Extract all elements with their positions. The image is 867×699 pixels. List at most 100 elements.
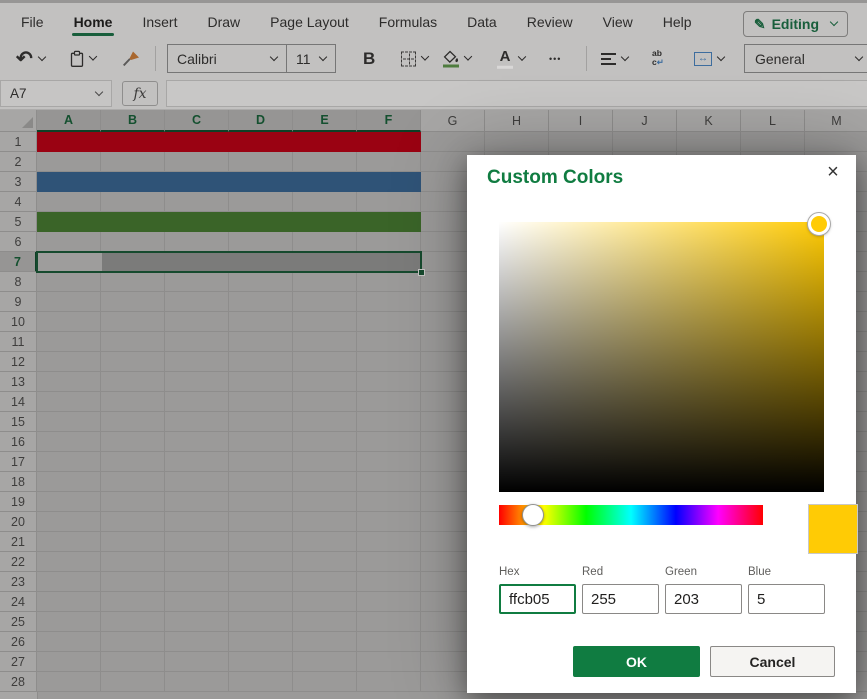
- filled-cells-row-3-blue[interactable]: [37, 172, 421, 192]
- filled-cells-row-1-red[interactable]: [37, 132, 421, 152]
- cell-F25[interactable]: [357, 612, 421, 632]
- cell-C18[interactable]: [165, 472, 229, 492]
- fill-handle[interactable]: [418, 269, 425, 276]
- cell-F10[interactable]: [357, 312, 421, 332]
- column-header-I[interactable]: I: [549, 110, 613, 132]
- cell-C24[interactable]: [165, 592, 229, 612]
- cell-A27[interactable]: [37, 652, 101, 672]
- cell-B13[interactable]: [101, 372, 165, 392]
- cell-B14[interactable]: [101, 392, 165, 412]
- cell-E28[interactable]: [293, 672, 357, 692]
- cell-D4[interactable]: [229, 192, 293, 212]
- cell-A22[interactable]: [37, 552, 101, 572]
- cell-C8[interactable]: [165, 272, 229, 292]
- menu-item-file[interactable]: File: [6, 3, 59, 40]
- cell-C16[interactable]: [165, 432, 229, 452]
- cell-E13[interactable]: [293, 372, 357, 392]
- cell-F27[interactable]: [357, 652, 421, 672]
- column-header-E[interactable]: E: [293, 110, 357, 132]
- cell-D9[interactable]: [229, 292, 293, 312]
- cell-D8[interactable]: [229, 272, 293, 292]
- cell-D22[interactable]: [229, 552, 293, 572]
- cell-A18[interactable]: [37, 472, 101, 492]
- cell-C11[interactable]: [165, 332, 229, 352]
- more-options-button[interactable]: •••: [549, 54, 561, 64]
- cell-B22[interactable]: [101, 552, 165, 572]
- cell-B24[interactable]: [101, 592, 165, 612]
- cell-A25[interactable]: [37, 612, 101, 632]
- cell-B18[interactable]: [101, 472, 165, 492]
- column-header-A[interactable]: A: [37, 110, 101, 132]
- row-header-12[interactable]: 12: [0, 352, 37, 372]
- cell-F18[interactable]: [357, 472, 421, 492]
- cell-E4[interactable]: [293, 192, 357, 212]
- menu-item-page-layout[interactable]: Page Layout: [255, 3, 364, 40]
- green-input[interactable]: [665, 584, 742, 614]
- row-header-1[interactable]: 1: [0, 132, 37, 152]
- cell-E26[interactable]: [293, 632, 357, 652]
- row-header-20[interactable]: 20: [0, 512, 37, 532]
- cell-F9[interactable]: [357, 292, 421, 312]
- name-box[interactable]: A7: [0, 80, 112, 107]
- cell-C15[interactable]: [165, 412, 229, 432]
- cell-D16[interactable]: [229, 432, 293, 452]
- cell-F12[interactable]: [357, 352, 421, 372]
- row-header-6[interactable]: 6: [0, 232, 37, 252]
- cell-E2[interactable]: [293, 152, 357, 172]
- row-header-9[interactable]: 9: [0, 292, 37, 312]
- cell-D26[interactable]: [229, 632, 293, 652]
- cell-E9[interactable]: [293, 292, 357, 312]
- menu-item-insert[interactable]: Insert: [127, 3, 192, 40]
- cell-F22[interactable]: [357, 552, 421, 572]
- cell-A14[interactable]: [37, 392, 101, 412]
- cell-C9[interactable]: [165, 292, 229, 312]
- cell-D21[interactable]: [229, 532, 293, 552]
- cell-A28[interactable]: [37, 672, 101, 692]
- cell-B2[interactable]: [101, 152, 165, 172]
- cell-B20[interactable]: [101, 512, 165, 532]
- cell-D19[interactable]: [229, 492, 293, 512]
- cell-C22[interactable]: [165, 552, 229, 572]
- cell-D23[interactable]: [229, 572, 293, 592]
- cell-B8[interactable]: [101, 272, 165, 292]
- filled-cells-row-5-green[interactable]: [37, 212, 421, 232]
- cell-B25[interactable]: [101, 612, 165, 632]
- cell-F2[interactable]: [357, 152, 421, 172]
- wrap-text-button[interactable]: ab c↵: [652, 49, 664, 69]
- cell-A17[interactable]: [37, 452, 101, 472]
- gradient-area[interactable]: [499, 222, 824, 492]
- cell-C28[interactable]: [165, 672, 229, 692]
- column-header-F[interactable]: F: [357, 110, 421, 132]
- cell-A19[interactable]: [37, 492, 101, 512]
- row-header-28[interactable]: 28: [0, 672, 37, 692]
- cell-D11[interactable]: [229, 332, 293, 352]
- borders-button[interactable]: [401, 51, 428, 66]
- cell-D2[interactable]: [229, 152, 293, 172]
- cancel-button[interactable]: Cancel: [710, 646, 835, 677]
- row-header-4[interactable]: 4: [0, 192, 37, 212]
- cell-C23[interactable]: [165, 572, 229, 592]
- cell-A23[interactable]: [37, 572, 101, 592]
- selection-outline[interactable]: [36, 251, 422, 273]
- cell-G1[interactable]: [421, 132, 485, 152]
- close-icon[interactable]: ×: [820, 159, 846, 185]
- row-header-21[interactable]: 21: [0, 532, 37, 552]
- cell-B17[interactable]: [101, 452, 165, 472]
- cell-F14[interactable]: [357, 392, 421, 412]
- row-header-18[interactable]: 18: [0, 472, 37, 492]
- row-header-3[interactable]: 3: [0, 172, 37, 192]
- formula-input[interactable]: [166, 80, 867, 107]
- cell-F13[interactable]: [357, 372, 421, 392]
- row-header-17[interactable]: 17: [0, 452, 37, 472]
- cell-A4[interactable]: [37, 192, 101, 212]
- cell-E23[interactable]: [293, 572, 357, 592]
- cell-A6[interactable]: [37, 232, 101, 252]
- cell-F21[interactable]: [357, 532, 421, 552]
- cell-C4[interactable]: [165, 192, 229, 212]
- menu-item-view[interactable]: View: [588, 3, 648, 40]
- editing-mode-button[interactable]: ✎ Editing: [743, 11, 848, 37]
- cell-E8[interactable]: [293, 272, 357, 292]
- selected-range-fill[interactable]: [102, 253, 420, 271]
- cell-E10[interactable]: [293, 312, 357, 332]
- cell-F15[interactable]: [357, 412, 421, 432]
